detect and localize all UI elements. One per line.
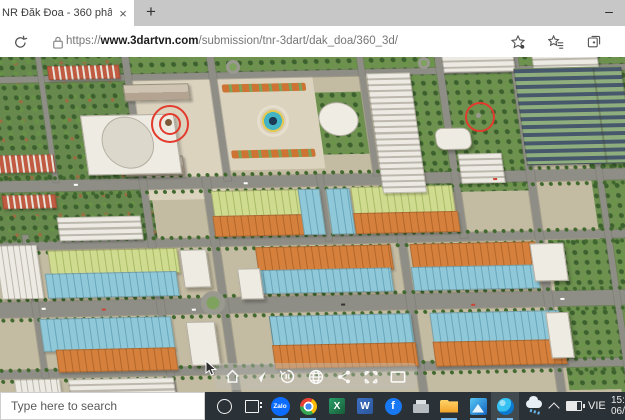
tray-overflow-button[interactable]	[544, 392, 564, 420]
fullscreen-icon[interactable]	[363, 369, 379, 385]
photos-icon	[470, 398, 487, 415]
photos-button[interactable]	[464, 392, 492, 420]
facebook-icon: f	[385, 398, 402, 415]
tab-close-icon[interactable]: ×	[112, 6, 134, 21]
refresh-icon[interactable]	[8, 30, 32, 54]
chevron-up-icon	[548, 402, 559, 413]
word-button[interactable]: W	[351, 392, 379, 420]
tab-title: NR Đăk Đoa - 360 phân lô	[0, 7, 112, 19]
screen: NR Đăk Đoa - 360 phân lô × + – https://w…	[0, 0, 625, 420]
excel-icon: X	[329, 398, 345, 414]
zalo-button[interactable]: Zalo	[266, 392, 294, 420]
browser-tab[interactable]: NR Đăk Đoa - 360 phân lô ×	[0, 0, 134, 26]
task-view-icon	[245, 400, 259, 413]
printer-button[interactable]	[407, 392, 435, 420]
collections-icon[interactable]	[582, 30, 606, 54]
browser-tab-bar: NR Đăk Đoa - 360 phân lô × + –	[0, 0, 625, 26]
language-indicator[interactable]: VIE	[588, 392, 606, 420]
map-viewport[interactable]	[0, 57, 625, 392]
home-icon[interactable]	[224, 368, 241, 385]
taskbar-search-box[interactable]: Type here to search	[0, 392, 205, 420]
autorotate-icon[interactable]	[279, 368, 296, 385]
viewer-toolbar	[215, 363, 417, 390]
file-explorer-icon	[440, 400, 458, 413]
weather-cloud-icon	[526, 400, 542, 408]
roundabout	[418, 57, 430, 69]
edge-button[interactable]	[491, 392, 519, 420]
url-host: www.3dartvn.com	[101, 35, 199, 47]
address-bar[interactable]: https://www.3dartvn.com/submission/tnr-3…	[0, 26, 625, 58]
url-scheme: https://	[66, 35, 101, 47]
excel-button[interactable]: X	[323, 392, 351, 420]
send-icon[interactable]	[252, 369, 268, 385]
clock-time: 15:	[611, 395, 625, 406]
flag-plaza-core	[165, 119, 172, 126]
chrome-icon	[300, 398, 317, 415]
map-overlay-layer	[0, 57, 625, 392]
cortana-icon	[217, 399, 232, 414]
fountain-plaza	[260, 108, 286, 134]
taskbar: Type here to search Zalo X W f VIE 15: 0…	[0, 392, 625, 420]
edge-icon	[497, 398, 514, 415]
battery-tray-button[interactable]	[562, 392, 586, 420]
favorites-list-icon[interactable]	[544, 30, 568, 54]
taskbar-clock[interactable]: 15: 06/07	[611, 395, 625, 417]
chrome-button[interactable]	[294, 392, 322, 420]
search-placeholder: Type here to search	[11, 399, 117, 413]
share-icon[interactable]	[336, 369, 352, 385]
word-icon: W	[357, 398, 373, 414]
url-path: /submission/tnr-3dart/dak_doa/360_3d/	[199, 35, 398, 47]
park-marker-dot	[476, 113, 481, 118]
mouse-cursor	[205, 360, 218, 382]
window-minimize-button[interactable]: –	[594, 0, 624, 26]
task-view-button[interactable]	[238, 392, 266, 420]
add-favorite-star-icon[interactable]	[506, 30, 530, 54]
roundabout	[226, 60, 240, 74]
new-tab-button[interactable]: +	[138, 0, 164, 26]
screen-mode-icon[interactable]	[389, 369, 407, 385]
globe-icon[interactable]	[307, 368, 325, 386]
zalo-icon: Zalo	[271, 397, 290, 416]
printer-icon	[413, 404, 429, 413]
battery-icon	[566, 401, 582, 411]
facebook-button[interactable]: f	[379, 392, 407, 420]
file-explorer-button[interactable]	[435, 392, 463, 420]
roundabout	[201, 291, 225, 315]
clock-date: 06/07	[611, 406, 625, 417]
cortana-button[interactable]	[210, 392, 238, 420]
url-field[interactable]: https://www.3dartvn.com/submission/tnr-3…	[66, 26, 398, 57]
